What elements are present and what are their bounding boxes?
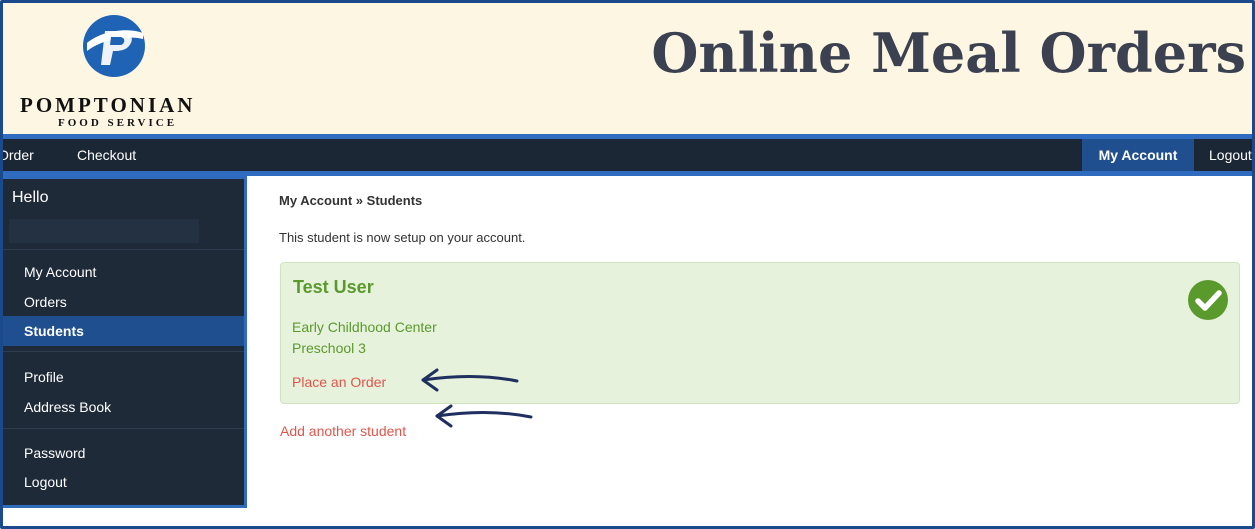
site-header: POMPTONIAN FOOD SERVICE Online Meal Orde… bbox=[3, 3, 1252, 134]
sidebar-divider bbox=[3, 428, 244, 429]
place-order-link[interactable]: Place an Order bbox=[292, 374, 386, 390]
sidebar-item-orders[interactable]: Orders bbox=[3, 287, 244, 317]
add-student-link[interactable]: Add another student bbox=[280, 423, 406, 439]
student-name: Test User bbox=[293, 277, 374, 297]
sidebar-item-my-account[interactable]: My Account bbox=[3, 257, 244, 287]
site-title: Online Meal Orders bbox=[651, 21, 1246, 85]
sidebar-item-password[interactable]: Password bbox=[3, 438, 244, 468]
nav-my-account-link[interactable]: My Account bbox=[1082, 139, 1194, 171]
sidebar-greeting: Hello bbox=[12, 189, 49, 206]
annotation-arrow-icon bbox=[421, 368, 519, 392]
nav-checkout-link[interactable]: Checkout bbox=[77, 139, 136, 171]
success-notice: This student is now setup on your accoun… bbox=[279, 230, 526, 245]
sidebar-item-students[interactable]: Students bbox=[3, 316, 244, 346]
annotation-arrow-icon bbox=[435, 404, 533, 428]
nav-order-link[interactable]: Order bbox=[3, 139, 63, 171]
sidebar-user-name-redacted bbox=[9, 219, 199, 243]
student-grade: Preschool 3 bbox=[292, 340, 366, 356]
sidebar-item-profile[interactable]: Profile bbox=[3, 362, 244, 392]
top-navbar: Order Checkout My Account Logout bbox=[3, 139, 1252, 171]
breadcrumb: My Account » Students bbox=[279, 193, 423, 208]
sidebar-divider bbox=[3, 249, 244, 250]
sidebar-divider bbox=[3, 351, 244, 352]
brand-subtitle: FOOD SERVICE bbox=[58, 117, 178, 129]
brand-name: POMPTONIAN bbox=[20, 93, 196, 117]
check-circle-icon bbox=[1188, 280, 1228, 320]
nav-logout-link[interactable]: Logout bbox=[1209, 139, 1252, 171]
student-school: Early Childhood Center bbox=[292, 319, 437, 335]
sidebar-item-address-book[interactable]: Address Book bbox=[3, 392, 244, 422]
account-sidebar: Hello My Account Orders Students Profile… bbox=[3, 176, 247, 508]
sidebar-item-logout[interactable]: Logout bbox=[3, 467, 244, 497]
app-frame: POMPTONIAN FOOD SERVICE Online Meal Orde… bbox=[0, 0, 1255, 529]
pomptonian-logo-icon[interactable] bbox=[81, 13, 147, 79]
